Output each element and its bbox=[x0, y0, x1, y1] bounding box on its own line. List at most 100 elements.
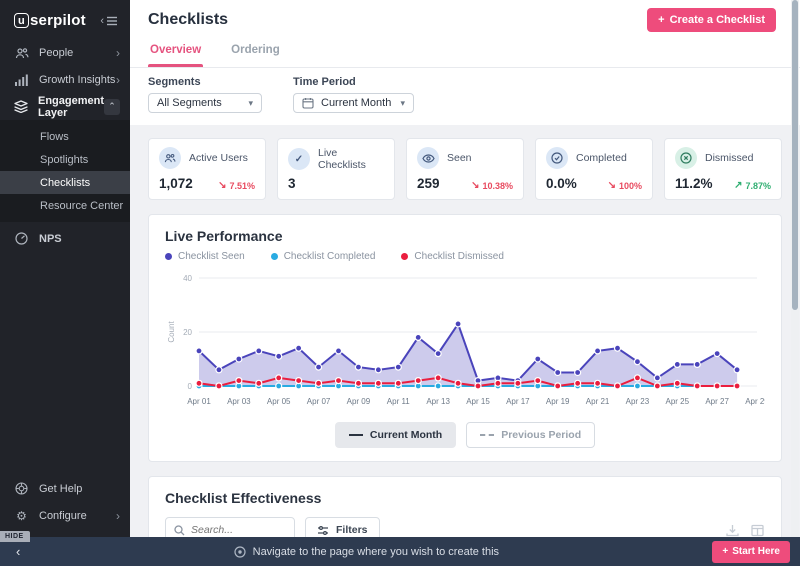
tab-ordering[interactable]: Ordering bbox=[229, 40, 282, 67]
search-icon bbox=[174, 524, 185, 535]
svg-text:Apr 01: Apr 01 bbox=[187, 397, 211, 406]
start-here-button[interactable]: + Start Here bbox=[712, 540, 790, 563]
segments-dropdown[interactable]: All Segments ▾ bbox=[148, 93, 262, 113]
stat-card-live-checklists: ✓ Live Checklists 3 bbox=[277, 138, 395, 200]
sidebar-item-label: Get Help bbox=[39, 482, 83, 495]
stat-value: 259 bbox=[417, 176, 440, 191]
stat-label: Live Checklists bbox=[318, 147, 366, 171]
target-icon bbox=[234, 545, 246, 558]
previous-period-button[interactable]: Previous Period bbox=[466, 422, 596, 448]
sidebar-item-label: Growth Insights bbox=[39, 73, 116, 86]
chevron-right-icon: › bbox=[116, 45, 120, 60]
logo-u-badge: u bbox=[14, 13, 29, 28]
chevron-up-icon[interactable]: ⌃ bbox=[104, 98, 120, 115]
download-icon[interactable] bbox=[725, 523, 740, 538]
stat-trend: ↘ 10.38% bbox=[471, 180, 513, 191]
hide-badge[interactable]: HIDE bbox=[0, 531, 30, 542]
time-period-label: Time Period bbox=[293, 76, 356, 88]
live-performance-panel: Live Performance Checklist Seen Checklis… bbox=[148, 214, 782, 462]
line-chart[interactable]: 0 20 40 Count Apr 01 Apr 03 Apr 05 Apr 07 Apr 09… bbox=[165, 266, 765, 418]
table-columns-icon[interactable] bbox=[750, 523, 765, 538]
scrollbar[interactable] bbox=[791, 0, 799, 537]
stat-trend: ↗ 7.87% bbox=[734, 180, 771, 191]
userpilot-logo: u serpilot bbox=[14, 12, 86, 29]
checklist-effectiveness-panel: Checklist Effectiveness Filters bbox=[148, 476, 782, 537]
trend-down-icon: ↘ bbox=[471, 180, 480, 191]
sidebar-item-checklists[interactable]: Checklists bbox=[0, 171, 130, 194]
legend-dot bbox=[270, 253, 278, 260]
svg-text:Apr 19: Apr 19 bbox=[546, 397, 570, 406]
sidebar-item-nps[interactable]: NPS bbox=[0, 225, 130, 252]
plus-icon: + bbox=[722, 546, 729, 557]
builder-bar: ‹ Navigate to the page where you wish to… bbox=[0, 537, 800, 566]
stat-value: 11.2% bbox=[675, 176, 713, 191]
chart-period-toggle: Current Month Previous Period bbox=[165, 422, 765, 448]
segments-label: Segments bbox=[148, 76, 201, 88]
collapse-sidebar-icon[interactable]: ‹ bbox=[100, 15, 118, 27]
scrollbar-thumb[interactable] bbox=[792, 0, 798, 310]
svg-text:Apr 23: Apr 23 bbox=[626, 397, 650, 406]
chevron-left-icon: ‹ bbox=[100, 14, 104, 27]
svg-text:Apr 29: Apr 29 bbox=[745, 397, 765, 406]
sidebar-item-engagement-layer[interactable]: Engagement Layer ⌃ bbox=[0, 93, 130, 120]
stat-cards: Active Users 1,072 ↘ 7.51% ✓ Live Checkli… bbox=[148, 138, 782, 200]
page-header: Checklists + Create a Checklist bbox=[130, 0, 800, 40]
svg-text:Apr 13: Apr 13 bbox=[426, 397, 450, 406]
legend-checklist-seen[interactable]: Checklist Seen bbox=[165, 251, 245, 262]
trend-down-icon: ↘ bbox=[607, 180, 616, 191]
sidebar-item-growth-insights[interactable]: Growth Insights › bbox=[0, 66, 130, 93]
svg-text:0: 0 bbox=[188, 382, 193, 391]
search-input[interactable] bbox=[165, 517, 295, 537]
stat-card-seen: Seen 259 ↘ 10.38% bbox=[406, 138, 524, 200]
check-icon: ✓ bbox=[288, 148, 310, 170]
svg-text:Apr 07: Apr 07 bbox=[307, 397, 331, 406]
sidebar-item-label: Configure bbox=[39, 509, 87, 522]
sidebar-item-spotlights[interactable]: Spotlights bbox=[0, 148, 130, 171]
legend-checklist-dismissed[interactable]: Checklist Dismissed bbox=[401, 251, 504, 262]
stat-label: Active Users bbox=[189, 152, 248, 164]
svg-text:Apr 15: Apr 15 bbox=[466, 397, 490, 406]
legend-dot bbox=[165, 253, 172, 260]
legend-checklist-completed[interactable]: Checklist Completed bbox=[270, 251, 375, 262]
sidebar: u serpilot ‹ People › Growth Insights › E… bbox=[0, 0, 130, 537]
svg-text:Apr 17: Apr 17 bbox=[506, 397, 530, 406]
panel-title: Checklist Effectiveness bbox=[165, 490, 322, 506]
chevron-down-icon: ▾ bbox=[400, 97, 405, 108]
trend-down-icon: ↘ bbox=[218, 180, 227, 191]
sidebar-item-people[interactable]: People › bbox=[0, 39, 130, 66]
svg-text:Apr 09: Apr 09 bbox=[347, 397, 371, 406]
sidebar-item-label: Engagement Layer bbox=[38, 94, 105, 119]
svg-text:Apr 11: Apr 11 bbox=[387, 397, 411, 406]
filter-bar: Segments All Segments ▾ Time Period Curr… bbox=[130, 68, 800, 125]
svg-text:Apr 21: Apr 21 bbox=[586, 397, 610, 406]
solid-line-icon bbox=[348, 434, 363, 436]
sidebar-item-flows[interactable]: Flows bbox=[0, 125, 130, 148]
stat-label: Dismissed bbox=[705, 152, 754, 164]
svg-text:20: 20 bbox=[183, 328, 192, 337]
sidebar-item-get-help[interactable]: Get Help bbox=[0, 475, 130, 502]
stat-card-completed: Completed 0.0% ↘ 100% bbox=[535, 138, 653, 200]
current-month-button[interactable]: Current Month bbox=[334, 422, 457, 448]
time-period-dropdown[interactable]: Current Month ▾ bbox=[293, 93, 414, 113]
sidebar-item-resource-center[interactable]: Resource Center bbox=[0, 194, 130, 217]
calendar-icon bbox=[302, 98, 314, 109]
sidebar-item-configure[interactable]: ⚙ Configure › bbox=[0, 502, 130, 529]
svg-text:Apr 25: Apr 25 bbox=[665, 397, 689, 406]
chevron-right-icon: › bbox=[116, 72, 120, 87]
create-checklist-button[interactable]: + Create a Checklist bbox=[647, 8, 776, 32]
sidebar-item-label: NPS bbox=[39, 232, 62, 245]
panel-title: Live Performance bbox=[165, 228, 283, 244]
users-icon bbox=[159, 147, 181, 169]
svg-text:Apr 05: Apr 05 bbox=[267, 397, 291, 406]
chevron-down-icon: ▾ bbox=[248, 97, 253, 108]
legend-dot bbox=[401, 253, 409, 260]
eye-icon bbox=[417, 147, 439, 169]
logo-text: serpilot bbox=[30, 12, 86, 29]
filters-button[interactable]: Filters bbox=[305, 517, 380, 537]
chevron-right-icon: › bbox=[116, 508, 120, 523]
stat-trend: ↘ 7.51% bbox=[218, 180, 255, 191]
page-title: Checklists bbox=[148, 11, 229, 28]
stat-value: 1,072 bbox=[159, 176, 193, 191]
tab-overview[interactable]: Overview bbox=[148, 40, 204, 67]
stat-trend: ↘ 100% bbox=[607, 180, 642, 191]
